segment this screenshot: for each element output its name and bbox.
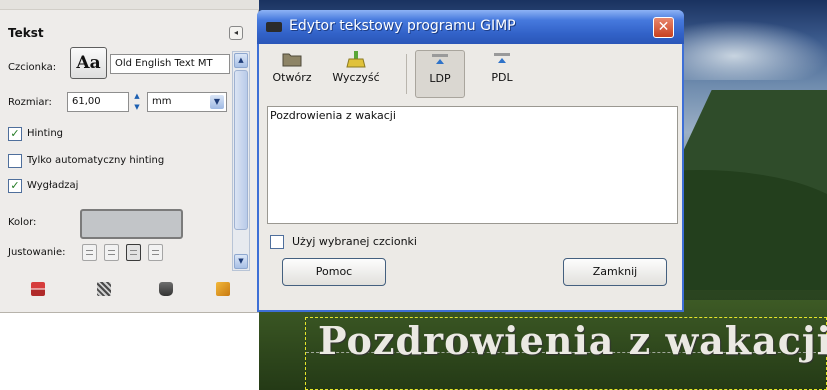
spin-down-icon[interactable]: ▼ (131, 102, 143, 113)
broom-icon (346, 51, 366, 68)
auto-hinting-checkbox[interactable] (8, 154, 22, 168)
rtl-label: PDL (491, 71, 513, 84)
help-button[interactable]: Pomoc (282, 258, 386, 286)
dialog-title: Edytor tekstowy programu GIMP (289, 18, 516, 34)
size-spinner[interactable]: ▲ ▼ (131, 91, 143, 113)
clear-button[interactable]: Wyczyść (325, 50, 387, 98)
gimp-app-icon (266, 22, 282, 32)
close-icon[interactable]: ✕ (653, 17, 674, 38)
clear-label: Wyczyść (332, 71, 380, 84)
size-label: Rozmiar: (8, 97, 52, 108)
size-field[interactable]: 61,00 (67, 92, 129, 112)
panel-title: Tekst (8, 26, 44, 40)
color-label: Kolor: (8, 217, 37, 228)
dialog-titlebar[interactable]: Edytor tekstowy programu GIMP ✕ (257, 10, 684, 44)
panel-scrollbar[interactable]: ▲ ▼ (232, 51, 250, 271)
scroll-up-icon[interactable]: ▲ (234, 53, 248, 68)
panel-top-strip (0, 0, 259, 10)
close-button[interactable]: Zamknij (563, 258, 667, 286)
open-label: Otwórz (272, 71, 312, 84)
restore-icon[interactable] (97, 282, 111, 296)
toolbar-separator (406, 54, 407, 94)
antialias-checkbox[interactable]: ✓ (8, 179, 22, 193)
chevron-down-icon[interactable]: ▼ (210, 95, 224, 109)
canvas-text-layer[interactable]: Pozdrowienia z wakacji (318, 318, 827, 363)
right-justify-icon[interactable] (104, 244, 119, 261)
hinting-label: Hinting (27, 128, 64, 139)
font-preview-button[interactable]: Aa (70, 47, 107, 79)
fill-justify-icon[interactable] (148, 244, 163, 261)
panel-menu-button[interactable]: ◂ (229, 26, 243, 40)
ltr-label: LDP (429, 72, 451, 85)
justify-label: Justowanie: (8, 247, 66, 258)
auto-hinting-label: Tylko automatyczny hinting (27, 155, 165, 166)
text-editor-dialog: Edytor tekstowy programu GIMP ✕ Otwórz W… (257, 10, 684, 312)
font-name-field[interactable]: Old English Text MT (110, 54, 230, 74)
reset-icon[interactable] (216, 282, 230, 296)
delete-icon[interactable] (159, 282, 173, 296)
save-icon[interactable] (31, 282, 45, 296)
use-selected-font-label: Użyj wybranej czcionki (292, 235, 417, 248)
scrollbar-thumb[interactable] (234, 70, 248, 230)
unit-combo[interactable]: mm ▼ (147, 92, 227, 112)
use-selected-font-option[interactable]: Użyj wybranej czcionki (270, 235, 417, 249)
text-editor-area[interactable]: Pozdrowienia z wakacji (267, 106, 678, 224)
open-button[interactable]: Otwórz (267, 50, 317, 98)
unit-value: mm (152, 96, 172, 107)
rtl-button[interactable]: PDL (477, 50, 527, 98)
text-ltr-icon (432, 54, 448, 64)
hinting-checkbox[interactable]: ✓ (8, 127, 22, 141)
antialias-label: Wygładzaj (27, 180, 79, 191)
editor-text: Pozdrowienia z wakacji (270, 109, 396, 122)
text-tool-options-panel: Tekst ◂ Czcionka: Aa Old English Text MT… (0, 0, 259, 313)
center-justify-icon[interactable] (126, 244, 141, 261)
text-rtl-icon (494, 53, 510, 63)
color-swatch-button[interactable] (80, 209, 183, 239)
spin-up-icon[interactable]: ▲ (131, 91, 143, 102)
left-justify-icon[interactable] (82, 244, 97, 261)
scroll-down-icon[interactable]: ▼ (234, 254, 248, 269)
font-label: Czcionka: (8, 62, 57, 73)
ltr-button[interactable]: LDP (415, 50, 465, 98)
use-selected-font-checkbox[interactable] (270, 235, 284, 249)
folder-icon (282, 53, 302, 67)
